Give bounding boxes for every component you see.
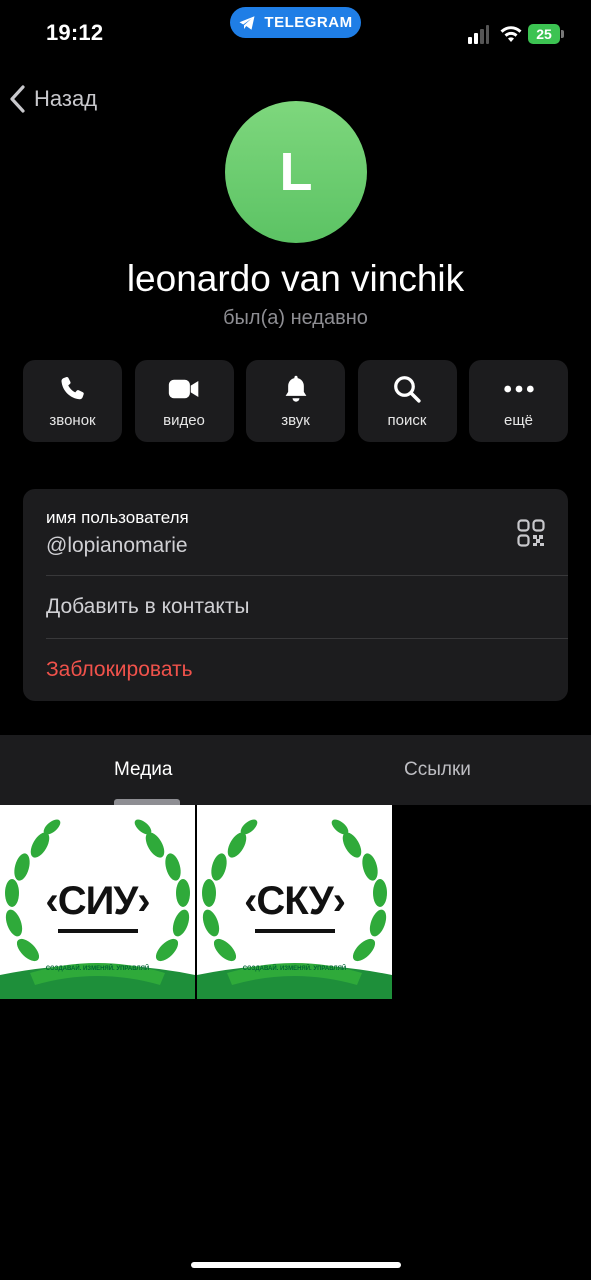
search-label: поиск [387,412,427,429]
info-card: имя пользователя @lopianomarie Добавить … [23,489,568,701]
sound-button[interactable]: звук [246,360,345,442]
sound-label: звук [281,412,310,429]
tab-links[interactable]: Ссылки [404,759,471,781]
thumb-underline [58,929,138,933]
wifi-icon [500,26,522,42]
telegram-app-pill[interactable]: TELEGRAM [230,7,361,38]
last-seen-status: был(а) недавно [223,307,368,329]
telegram-icon [239,15,255,30]
add-contact-label: Добавить в контакты [46,595,250,618]
battery-indicator: 25 [528,24,560,44]
thumb-underline [255,929,335,933]
phone-icon [60,376,84,400]
qr-code-icon[interactable] [517,519,545,547]
video-label: видео [163,412,205,429]
video-button[interactable]: видео [134,360,234,442]
back-button[interactable]: Назад [8,84,97,114]
add-contact-row[interactable]: Добавить в контакты [46,576,568,639]
more-label: ещё [503,412,534,429]
more-button[interactable]: ещё [469,360,568,442]
profile-name: leonardo van vinchik [126,258,465,299]
block-label: Заблокировать [46,658,193,681]
thumb-logo-text: ‹СКУ› [244,879,346,923]
thumb-logo-text: ‹СИУ› [45,879,150,923]
app-pill-label: TELEGRAM [264,14,353,31]
thumb-ribbon-text: СОЗДАВАЙ. ИЗМЕНЯЙ. УПРАВЛЯЙ [242,966,347,972]
video-icon [168,379,199,399]
chevron-left-icon [10,85,25,113]
username-value[interactable]: @lopianomarie [46,534,188,558]
avatar[interactable]: L [225,101,367,243]
avatar-letter: L [279,142,313,202]
tab-media[interactable]: Медиа [114,759,172,781]
media-thumbnail[interactable]: ‹СКУ› СОЗДАВАЙ. ИЗМЕНЯЙ. УПРАВЛЯЙ [197,805,392,999]
username-row[interactable]: имя пользователя @lopianomarie [46,489,568,576]
more-icon [503,385,534,393]
cellular-signal-icon [468,25,489,44]
search-icon [394,376,421,403]
action-bar: звонок видео звук поиск ещё [23,360,568,442]
block-row[interactable]: Заблокировать [46,639,568,701]
status-time: 19:12 [46,20,104,45]
battery-tip [561,30,564,38]
bell-icon [285,375,306,402]
thumb-ribbon-text: СОЗДАВАЙ. ИЗМЕНЯЙ. УПРАВЛЯЙ [45,966,150,972]
battery-level: 25 [536,26,552,42]
back-label: Назад [34,86,98,111]
call-button[interactable]: звонок [23,360,122,442]
home-indicator[interactable] [191,1262,401,1268]
media-tabs: Медиа Ссылки [0,735,591,805]
search-button[interactable]: поиск [357,360,457,442]
media-thumbnail[interactable]: ‹СИУ› СОЗДАВАЙ. ИЗМЕНЯЙ. УПРАВЛЯЙ [0,805,195,999]
username-caption: имя пользователя [46,508,189,527]
call-label: звонок [49,412,96,429]
